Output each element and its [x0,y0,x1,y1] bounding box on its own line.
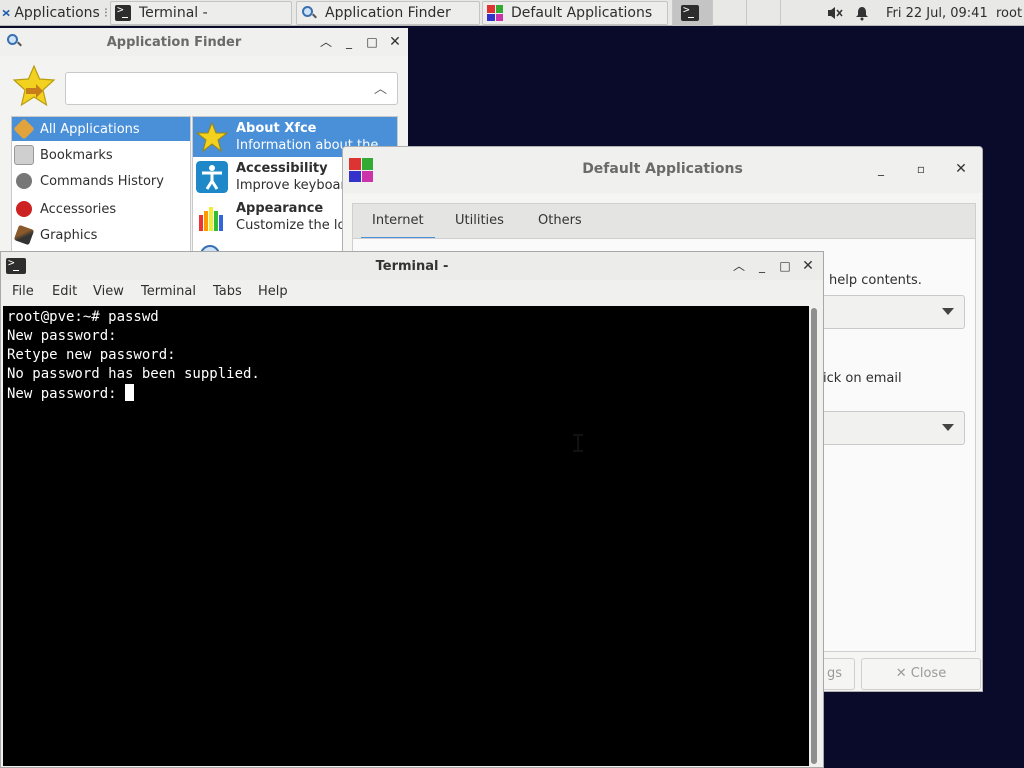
category-bookmarks[interactable]: Bookmarks [12,143,190,167]
search-dropdown-chevron-icon[interactable]: ︿ [374,78,387,97]
workspace-2[interactable] [712,0,746,26]
appfinder-close-button[interactable]: ✕ [387,34,403,50]
taskbar-default-applications[interactable]: Default Applications [482,1,668,25]
terminal-line: New password: [7,328,117,344]
terminal-menubar: File Edit View Terminal Tabs Help [1,281,823,305]
menu-tabs[interactable]: Tabs [213,284,242,299]
default-apps-icon [487,5,503,21]
close-button[interactable]: ✕ Close [861,658,981,690]
menu-help[interactable]: Help [258,284,288,299]
web-browser-select[interactable] [813,295,965,329]
terminal-titlebar[interactable]: Terminal - ︿ _ □ ✕ [1,252,823,280]
category-accessories[interactable]: Accessories [12,197,190,221]
app-name: About Xfce [236,121,317,136]
dropdown-arrow-icon [942,424,954,431]
category-label: Bookmarks [40,147,113,163]
taskbar-terminal[interactable]: Terminal - [110,1,292,25]
magnifier-icon [301,5,317,21]
menu-view[interactable]: View [93,284,124,299]
defapps-maximize-button[interactable]: ▫ [913,161,929,177]
terminal-close-button[interactable]: ✕ [800,258,816,274]
menu-edit[interactable]: Edit [52,284,77,299]
category-label: Accessories [40,201,117,217]
user-label: root [996,5,1023,21]
workspace-4[interactable] [780,0,814,26]
category-label: Commands History [40,173,164,189]
workspace-terminal-icon [681,3,699,21]
category-label: All Applications [40,121,140,137]
terminal-line: root@pve:~# passwd [7,309,159,325]
all-applications-icon [13,118,35,140]
app-description: Improve keyboar [236,178,346,193]
menu-terminal[interactable]: Terminal [141,284,196,299]
appfinder-maximize-button[interactable]: □ [364,34,380,50]
workspace-1[interactable] [672,0,712,26]
category-all-applications[interactable]: All Applications [12,117,190,141]
favorites-star-icon[interactable] [12,64,56,108]
taskbar-appfinder-label: Application Finder [325,5,451,21]
terminal-title: Terminal - [375,259,449,274]
terminal-output[interactable]: root@pve:~# passwd New password: Retype … [3,306,809,766]
commands-history-gear-icon [16,173,32,189]
scrollbar-thumb[interactable] [811,308,817,764]
terminal-shade-button[interactable]: ︿ [731,258,747,274]
terminal-minimize-button[interactable]: _ [754,258,770,274]
applications-label: Applications [14,5,100,21]
terminal-line: New password: [7,386,126,402]
applications-menu-button[interactable]: Applications ⁝ [2,0,108,26]
dropdown-arrow-icon [942,308,954,315]
mail-reader-select[interactable] [813,411,965,445]
app-name: Accessibility [236,161,328,176]
category-graphics[interactable]: Graphics [12,223,190,247]
terminal-prompt-line: New password: [7,384,135,404]
defapps-titlebar[interactable]: Default Applications _ ▫ ✕ [343,147,982,193]
app-name: Appearance [236,201,324,216]
taskbar-defapps-label: Default Applications [511,5,653,21]
about-xfce-star-icon [196,121,228,153]
defapps-close-button[interactable]: ✕ [953,161,969,177]
terminal-icon [115,3,131,21]
web-browser-description: help contents. [829,273,922,288]
appfinder-search-input[interactable]: ︿ [65,72,398,105]
defapps-minimize-button[interactable]: _ [873,161,889,177]
appfinder-titlebar[interactable]: Application Finder ︿ _ □ ✕ [0,28,408,56]
terminal-line: Retype new password: [7,347,176,363]
taskbar-application-finder[interactable]: Application Finder [296,1,480,25]
defapps-tabbar: Internet Utilities Others [352,203,976,240]
clock-label: Fri 22 Jul, 09:41 [886,5,988,21]
terminal-window: Terminal - ︿ _ □ ✕ File Edit View Termin… [0,251,824,768]
terminal-scrollbar[interactable] [809,306,823,766]
appfinder-minimize-button[interactable]: _ [341,34,357,50]
app-description: Customize the lo [236,218,346,233]
volume-muted-icon[interactable] [826,0,846,26]
menu-file[interactable]: File [12,284,34,299]
terminal-maximize-button[interactable]: □ [777,258,793,274]
appfinder-shade-button[interactable]: ︿ [318,34,334,50]
tab-internet[interactable]: Internet [361,204,435,240]
user-menu[interactable]: root [996,0,1024,26]
mouse-ibeam-cursor-icon [572,434,584,452]
accessories-scissors-icon [16,201,32,217]
bookmarks-folder-icon [14,145,34,165]
graphics-brush-icon [13,224,35,246]
category-commands-history[interactable]: Commands History [12,169,190,193]
text-cursor [125,384,135,401]
terminal-line: No password has been supplied. [7,366,260,382]
tab-others[interactable]: Others [527,204,593,240]
top-panel: Applications ⁝ Terminal - Application Fi… [0,0,1024,26]
category-label: Graphics [40,227,98,243]
menu-handle-icon: ⁝ [103,5,108,21]
category-list: All Applications Bookmarks Commands Hist… [11,116,191,258]
notification-bell-icon[interactable] [854,0,874,26]
appearance-palette-icon [199,207,223,231]
clock[interactable]: Fri 22 Jul, 09:41 [886,0,990,26]
workspace-3[interactable] [746,0,780,26]
tab-utilities[interactable]: Utilities [444,204,515,240]
xfce-logo-icon [2,9,10,17]
accessibility-icon [196,161,228,193]
mail-reader-description: ick on email [823,371,902,386]
taskbar-terminal-label: Terminal - [139,5,208,21]
